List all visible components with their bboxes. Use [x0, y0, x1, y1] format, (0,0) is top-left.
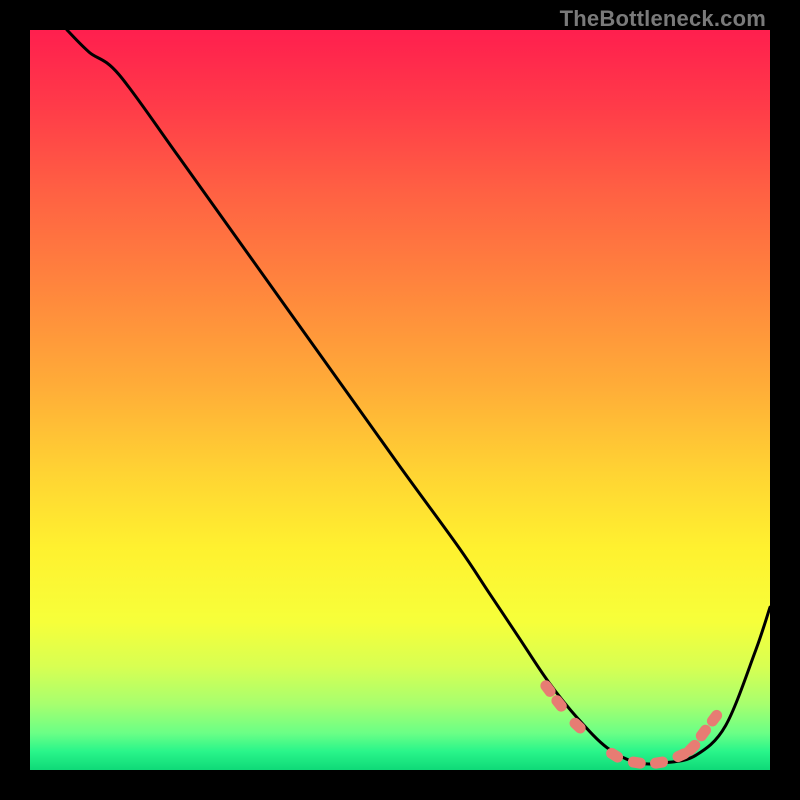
gradient-background [30, 30, 770, 770]
bottleneck-chart [30, 30, 770, 770]
watermark-text: TheBottleneck.com [560, 6, 766, 32]
chart-frame [30, 30, 770, 770]
